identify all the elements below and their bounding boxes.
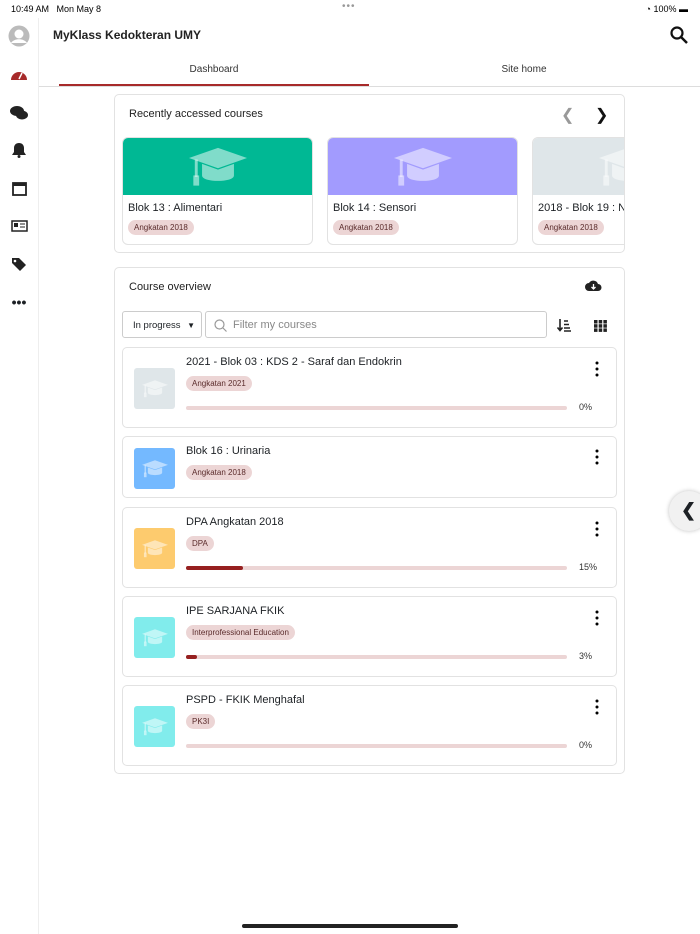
more-vertical-icon[interactable] <box>593 361 601 377</box>
search-icon <box>214 319 227 332</box>
course-image <box>134 617 175 658</box>
course-list-item[interactable]: IPE SARJANA FKIK Interprofessional Educa… <box>122 596 617 677</box>
page-title: MyKlass Kedokteran UMY <box>53 28 202 42</box>
course-name[interactable]: PSPD - FKIK Menghafal <box>186 694 305 706</box>
open-drawer-button[interactable]: ❮ <box>669 491 700 531</box>
more-icon[interactable]: ••• <box>8 291 30 313</box>
avatar[interactable] <box>8 25 30 47</box>
course-name[interactable]: Blok 16 : Urinaria <box>186 445 270 457</box>
course-name: Blok 13 : Alimentari <box>128 202 223 214</box>
course-category-badge: Interprofessional Education <box>186 625 295 640</box>
course-category-badge: Angkatan 2018 <box>186 465 252 480</box>
caret-down-icon: ▼ <box>187 321 196 330</box>
calendar-icon[interactable] <box>8 177 30 199</box>
recently-accessed-panel: Recently accessed courses ❮ ❯ Blok 13 : … <box>114 94 625 253</box>
graduation-cap-icon <box>393 147 452 186</box>
graduation-cap-icon <box>141 718 168 735</box>
course-name: Blok 14 : Sensori <box>333 202 417 214</box>
progress-label: 15% <box>579 562 598 572</box>
next-arrow-icon[interactable]: ❯ <box>595 105 608 125</box>
course-name: 2018 - Blok 19 : N <box>538 202 625 214</box>
messages-icon[interactable] <box>8 101 30 123</box>
graduation-cap-icon <box>141 460 168 477</box>
graduation-cap-icon <box>188 147 247 186</box>
section-title: Course overview <box>129 281 211 293</box>
course-category-badge: Angkatan 2018 <box>128 220 194 235</box>
recent-course-card[interactable]: Blok 13 : Alimentari Angkatan 2018 <box>122 137 313 245</box>
section-title: Recently accessed courses <box>129 108 263 120</box>
recent-course-card[interactable]: Blok 14 : Sensori Angkatan 2018 <box>327 137 518 245</box>
course-image <box>328 138 517 195</box>
tab-bar: Dashboard Site home <box>39 56 700 87</box>
course-overview-panel: Course overview In progress ▼ Filter my … <box>114 267 625 774</box>
status-time: 10:49 AM Mon May 8 <box>11 4 102 14</box>
course-image <box>123 138 312 195</box>
progress-label: 3% <box>579 651 593 661</box>
multitask-dots[interactable]: ••• <box>342 1 356 12</box>
tab-dashboard[interactable]: Dashboard <box>59 56 369 86</box>
more-vertical-icon[interactable] <box>593 449 601 465</box>
more-vertical-icon[interactable] <box>593 699 601 715</box>
grid-view-icon[interactable] <box>594 319 607 337</box>
graduation-cap-icon <box>141 540 168 557</box>
grades-icon[interactable] <box>8 215 30 237</box>
progress-filter-select[interactable]: In progress ▼ <box>122 311 202 338</box>
course-name[interactable]: 2021 - Blok 03 : KDS 2 - Saraf dan Endok… <box>186 356 402 368</box>
course-category-badge: Angkatan 2018 <box>333 220 399 235</box>
progress-label: 0% <box>579 402 593 412</box>
course-image <box>134 706 175 747</box>
progress-bar <box>186 566 567 570</box>
graduation-cap-icon <box>141 380 168 397</box>
more-vertical-icon[interactable] <box>593 610 601 626</box>
progress-fill <box>186 566 244 570</box>
course-list-item[interactable]: 2021 - Blok 03 : KDS 2 - Saraf dan Endok… <box>122 347 617 428</box>
course-category-badge: Angkatan 2018 <box>538 220 604 235</box>
notifications-icon[interactable] <box>8 139 30 161</box>
sort-icon[interactable] <box>556 318 572 337</box>
progress-label: 0% <box>579 740 593 750</box>
course-category-badge: PK3I <box>186 714 216 729</box>
course-category-badge: DPA <box>186 536 214 551</box>
battery-indicator: ◔ 100% ▬ <box>645 4 688 14</box>
progress-bar <box>186 406 567 410</box>
dashboard-icon[interactable] <box>8 63 30 85</box>
tags-icon[interactable] <box>8 253 30 275</box>
sidebar: ••• <box>0 18 39 934</box>
course-image <box>134 368 175 409</box>
course-list-item[interactable]: PSPD - FKIK Menghafal PK3I 0% <box>122 685 617 766</box>
graduation-cap-icon <box>141 629 168 646</box>
graduation-cap-icon <box>598 148 624 186</box>
course-image <box>533 138 624 195</box>
course-name[interactable]: DPA Angkatan 2018 <box>186 516 284 528</box>
progress-bar <box>186 655 567 659</box>
home-indicator[interactable] <box>242 924 458 928</box>
tab-site-home[interactable]: Site home <box>369 56 679 86</box>
course-image <box>134 528 175 569</box>
course-name[interactable]: IPE SARJANA FKIK <box>186 605 284 617</box>
prev-arrow-icon[interactable]: ❮ <box>561 105 574 125</box>
course-category-badge: Angkatan 2021 <box>186 376 252 391</box>
course-image <box>134 448 175 489</box>
more-vertical-icon[interactable] <box>593 521 601 537</box>
course-list-item[interactable]: DPA Angkatan 2018 DPA 15% <box>122 507 617 588</box>
recent-course-card[interactable]: 2018 - Blok 19 : N Angkatan 2018 <box>532 137 625 245</box>
search-icon[interactable] <box>670 26 688 49</box>
progress-bar <box>186 744 567 748</box>
chevron-left-icon: ❮ <box>681 500 697 520</box>
download-cloud-icon[interactable] <box>585 279 602 297</box>
progress-fill <box>186 655 198 659</box>
filter-courses-input[interactable]: Filter my courses <box>205 311 547 338</box>
course-list-item[interactable]: Blok 16 : Urinaria Angkatan 2018 <box>122 436 617 498</box>
status-bar: 10:49 AM Mon May 8 ••• ◔ 100% ▬ <box>0 0 700 18</box>
